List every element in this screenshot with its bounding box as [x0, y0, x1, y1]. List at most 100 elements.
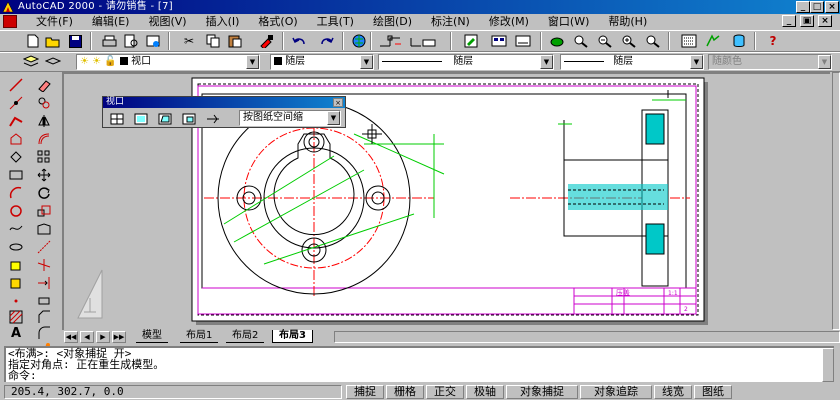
tool-palette-icon[interactable]: [514, 32, 532, 50]
print-icon[interactable]: [100, 32, 118, 50]
cut-icon[interactable]: ✂: [180, 32, 198, 50]
menu-item[interactable]: 格式(O): [252, 14, 303, 30]
zoom-realtime-icon[interactable]: [572, 32, 590, 50]
construction-line-icon[interactable]: [4, 94, 28, 112]
rectangle-tool-icon[interactable]: [4, 166, 28, 184]
plotstyle-combo[interactable]: 随颜色 ▼: [708, 54, 832, 70]
trim-icon[interactable]: [32, 256, 56, 274]
color-combo[interactable]: 随层 ▼: [270, 54, 374, 70]
coordinate-display[interactable]: 205.4, 302.7, 0.0: [4, 385, 342, 399]
polygonal-viewport-icon[interactable]: [157, 111, 173, 126]
command-prompt[interactable]: 命令:: [6, 370, 834, 381]
layer-combo[interactable]: ☀ ☀ 🔓 视口 ▼: [76, 54, 260, 70]
first-tab-button[interactable]: ◀◀: [64, 331, 78, 343]
undo-icon[interactable]: [290, 32, 308, 50]
aerial-view-icon[interactable]: [680, 32, 698, 50]
snap-from-icon[interactable]: [378, 32, 404, 50]
chevron-down-icon[interactable]: ▼: [360, 55, 373, 69]
extend-icon[interactable]: [32, 274, 56, 292]
clip-viewport-icon[interactable]: [205, 111, 221, 126]
erase-icon[interactable]: [32, 76, 56, 94]
menu-item[interactable]: 绘图(D): [367, 14, 418, 30]
layout-tab[interactable]: 布局3: [272, 330, 313, 343]
stretch-icon[interactable]: [32, 220, 56, 238]
status-toggle-button[interactable]: 极轴: [466, 385, 504, 399]
status-toggle-button[interactable]: 线宽: [654, 385, 692, 399]
properties-icon[interactable]: [462, 32, 480, 50]
doc-close-button[interactable]: ×: [818, 15, 832, 27]
minimize-button[interactable]: _: [796, 1, 810, 13]
circle-icon[interactable]: [4, 202, 28, 220]
menu-item[interactable]: 帮助(H): [602, 14, 653, 30]
mirror-icon[interactable]: [32, 112, 56, 130]
copy-object-icon[interactable]: [32, 94, 56, 112]
doc-minimize-button[interactable]: _: [782, 15, 796, 27]
viewport-toolbar-title[interactable]: 视口: [103, 97, 345, 108]
rotate-icon[interactable]: [32, 184, 56, 202]
viewport-toolbar[interactable]: 视口 × 按图纸空间缩 ▼: [102, 96, 346, 128]
chevron-down-icon[interactable]: ▼: [818, 55, 831, 69]
layout-tab[interactable]: 模型: [136, 330, 168, 343]
viewport-scale-combo[interactable]: 按图纸空间缩 ▼: [239, 110, 341, 126]
menu-item[interactable]: 工具(T): [311, 14, 360, 30]
chevron-down-icon[interactable]: ▼: [690, 55, 703, 69]
next-tab-button[interactable]: ▶: [96, 331, 110, 343]
render-icon[interactable]: [704, 32, 722, 50]
offset-icon[interactable]: [32, 130, 56, 148]
rectangle-icon[interactable]: [4, 148, 28, 166]
preview-icon[interactable]: [122, 32, 140, 50]
viewport-dialog-icon[interactable]: [109, 111, 125, 126]
arc-icon[interactable]: [4, 184, 28, 202]
autocad-app-icon[interactable]: [2, 1, 14, 13]
ucs-icon[interactable]: [408, 32, 438, 50]
help-icon[interactable]: ?: [764, 32, 782, 50]
make-block-icon[interactable]: [4, 274, 28, 292]
lengthen-icon[interactable]: [32, 238, 56, 256]
open-icon[interactable]: [44, 32, 62, 50]
polygon-icon[interactable]: [4, 130, 28, 148]
copy-icon[interactable]: [204, 32, 222, 50]
move-icon[interactable]: [32, 166, 56, 184]
line-icon[interactable]: [4, 76, 28, 94]
layers-icon[interactable]: [22, 53, 40, 71]
lineweight-combo[interactable]: 随层 ▼: [560, 54, 704, 70]
menu-item[interactable]: 编辑(E): [86, 14, 136, 30]
ellipse-icon[interactable]: [4, 238, 28, 256]
status-toggle-button[interactable]: 对象追踪: [580, 385, 652, 399]
redo-icon[interactable]: [318, 32, 336, 50]
new-icon[interactable]: [24, 32, 42, 50]
horizontal-scrollbar[interactable]: [334, 331, 840, 343]
status-toggle-button[interactable]: 图纸: [694, 385, 732, 399]
polyline-icon[interactable]: [4, 112, 28, 130]
chevron-down-icon[interactable]: ▼: [246, 55, 259, 69]
spline-icon[interactable]: [4, 220, 28, 238]
layout-tab[interactable]: 布局1: [180, 330, 219, 343]
status-toggle-button[interactable]: 正交: [426, 385, 464, 399]
command-window[interactable]: <布满>: <对象捕捉 开> 指定对角点: 正在重生成模型。 命令:: [4, 346, 834, 382]
close-icon[interactable]: ×: [333, 98, 343, 107]
chevron-down-icon[interactable]: ▼: [540, 55, 553, 69]
prev-tab-button[interactable]: ◀: [80, 331, 94, 343]
insert-block-icon[interactable]: [4, 256, 28, 274]
layout-tab[interactable]: 布局2: [226, 330, 265, 343]
menu-item[interactable]: 标注(N): [425, 14, 476, 30]
status-toggle-button[interactable]: 对象捕捉: [506, 385, 578, 399]
menu-item[interactable]: 视图(V): [142, 14, 192, 30]
menu-item[interactable]: 文件(F): [30, 14, 79, 30]
paste-icon[interactable]: [226, 32, 244, 50]
array-icon[interactable]: [32, 148, 56, 166]
last-tab-button[interactable]: ▶▶: [112, 331, 126, 343]
zoom-extents-icon[interactable]: [644, 32, 662, 50]
make-current-layer-icon[interactable]: [44, 53, 62, 71]
convert-viewport-icon[interactable]: [181, 111, 197, 126]
text-icon[interactable]: A: [4, 324, 28, 342]
single-viewport-icon[interactable]: [133, 111, 149, 126]
zoom-previous-icon[interactable]: [620, 32, 638, 50]
status-toggle-button[interactable]: 栅格: [386, 385, 424, 399]
design-center-icon[interactable]: [490, 32, 508, 50]
hyperlink-icon[interactable]: [350, 32, 368, 50]
database-icon[interactable]: [730, 32, 748, 50]
close-button[interactable]: ×: [825, 1, 839, 13]
command-scrollbar[interactable]: [822, 348, 834, 382]
zoom-window-icon[interactable]: [596, 32, 614, 50]
